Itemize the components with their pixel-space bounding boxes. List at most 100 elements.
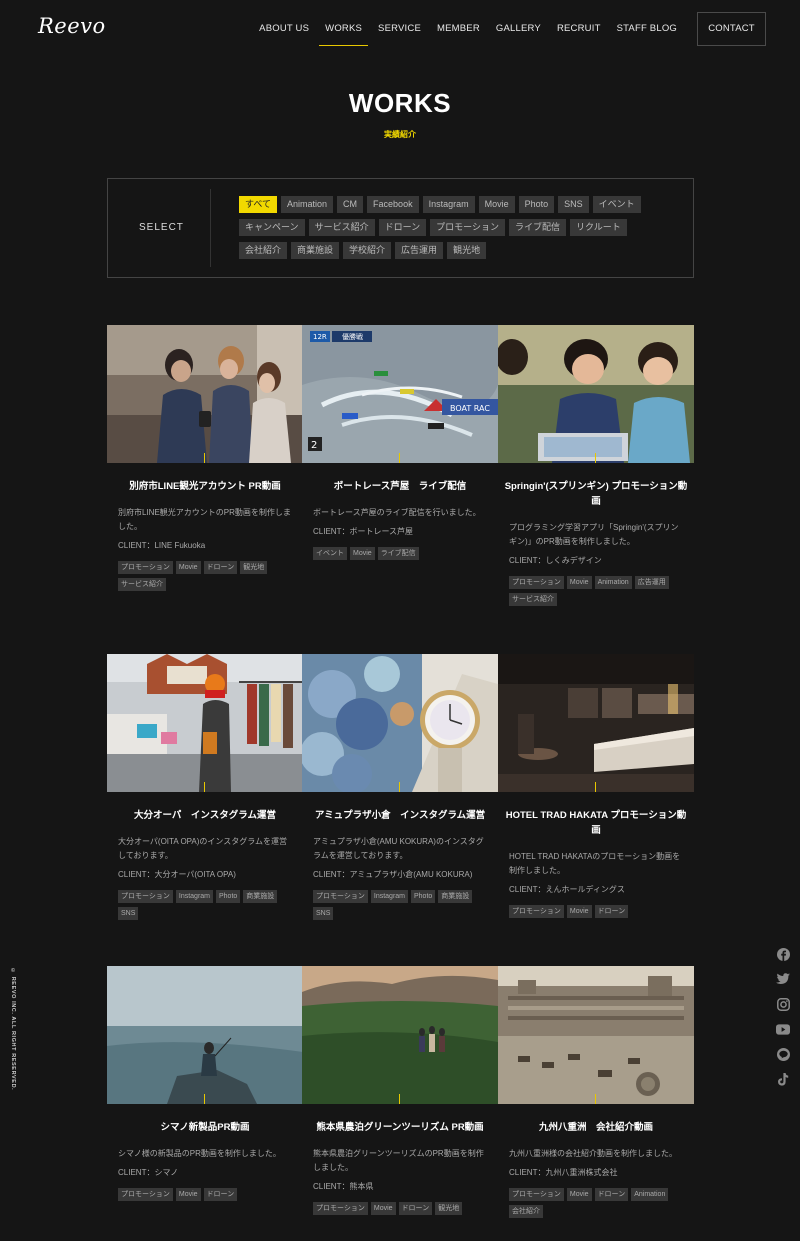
work-tag[interactable]: Movie — [175, 1188, 201, 1201]
filter-tag-all[interactable]: すべて — [239, 196, 278, 213]
work-tag[interactable]: Photo — [411, 890, 436, 903]
filter-tag[interactable]: Photo — [518, 196, 555, 213]
filter-tag[interactable]: キャンペーン — [239, 219, 305, 236]
work-thumbnail[interactable]: BOAT RAC 12R 優勝戦 2 — [302, 325, 498, 463]
work-tag[interactable]: 商業施設 — [243, 890, 278, 903]
filter-tag[interactable]: CM — [337, 196, 364, 213]
filter-tag[interactable]: Instagram — [422, 196, 475, 213]
work-card[interactable]: 別府市LINE観光アカウント PR動画 別府市LINE観光アカウントのPR動画を… — [107, 325, 303, 595]
nav-service[interactable]: SERVICE — [378, 12, 421, 46]
work-thumbnail[interactable] — [107, 966, 303, 1104]
work-card[interactable]: シマノ新製品PR動画 シマノ様の新製品のPR動画を制作しました。 CLIENT：… — [107, 966, 303, 1205]
filter-tag[interactable]: ライブ配信 — [508, 219, 566, 236]
work-card[interactable]: 熊本県農泊グリーンツーリズム PR動画 熊本県農泊グリーンツーリズムのPR動画を… — [302, 966, 498, 1219]
work-thumbnail[interactable] — [302, 966, 498, 1104]
filter-tag[interactable]: リクルート — [569, 219, 627, 236]
filter-tag[interactable]: ドローン — [378, 219, 427, 236]
tiktok-icon[interactable] — [776, 1072, 790, 1086]
work-tag[interactable]: 観光地 — [435, 1202, 463, 1215]
line-icon[interactable] — [776, 1047, 790, 1061]
work-thumbnail[interactable] — [107, 325, 303, 463]
work-title[interactable]: 熊本県農泊グリーンツーリズム PR動画 — [302, 1120, 498, 1135]
work-tag[interactable]: Movie — [566, 576, 592, 589]
work-tag[interactable]: Photo — [216, 890, 241, 903]
work-tag[interactable]: ドローン — [203, 1188, 238, 1201]
work-tag[interactable]: Movie — [175, 561, 201, 574]
work-tag[interactable]: SNS — [313, 907, 334, 920]
work-thumbnail[interactable] — [302, 654, 498, 792]
nav-staff-blog[interactable]: STAFF BLOG — [617, 12, 677, 46]
work-tag[interactable]: Movie — [370, 1202, 396, 1215]
work-tag[interactable]: プロモーション — [509, 905, 564, 918]
work-tag[interactable]: ライブ配信 — [377, 547, 419, 560]
work-tag[interactable]: Instagram — [370, 890, 408, 903]
work-tag[interactable]: Movie — [566, 1188, 592, 1201]
work-title[interactable]: アミュプラザ小倉 インスタグラム運営 — [302, 808, 498, 823]
work-tag[interactable]: Movie — [566, 905, 592, 918]
work-card[interactable]: Springin'(スプリンギン) プロモーション動画 プログラミング学習アプリ… — [498, 325, 694, 610]
work-thumbnail[interactable] — [498, 325, 694, 463]
work-tag[interactable]: プロモーション — [118, 561, 173, 574]
work-title[interactable]: シマノ新製品PR動画 — [107, 1120, 303, 1135]
filter-tag[interactable]: SNS — [558, 196, 589, 213]
work-tag[interactable]: 広告運用 — [634, 576, 669, 589]
instagram-icon[interactable] — [776, 997, 790, 1011]
nav-works[interactable]: WORKS — [319, 12, 368, 46]
filter-tag[interactable]: Animation — [281, 196, 334, 213]
work-tag[interactable]: Movie — [350, 547, 375, 560]
nav-gallery[interactable]: GALLERY — [496, 12, 541, 46]
work-card[interactable]: HOTEL TRAD HAKATA プロモーション動画 HOTEL TRAD H… — [498, 654, 694, 922]
work-title[interactable]: 別府市LINE観光アカウント PR動画 — [107, 479, 303, 494]
filter-tag[interactable]: サービス紹介 — [308, 219, 375, 236]
filter-tag[interactable]: 観光地 — [447, 242, 487, 259]
work-tag[interactable]: ドローン — [594, 905, 629, 918]
nav-about[interactable]: ABOUT US — [259, 12, 309, 46]
filter-tag[interactable]: Movie — [478, 196, 515, 213]
work-card[interactable]: アミュプラザ小倉 インスタグラム運営 アミュプラザ小倉(AMU KOKURA)の… — [302, 654, 498, 924]
work-card[interactable]: 大分オーパ インスタグラム運営 大分オーパ(OITA OPA)のインスタグラムを… — [107, 654, 303, 924]
work-tag[interactable]: Animation — [594, 576, 632, 589]
nav-member[interactable]: MEMBER — [437, 12, 480, 46]
work-title[interactable]: 九州八重洲 会社紹介動画 — [498, 1120, 694, 1135]
twitter-icon[interactable] — [776, 972, 790, 986]
facebook-icon[interactable] — [776, 947, 790, 961]
contact-button[interactable]: CONTACT — [697, 12, 766, 46]
youtube-icon[interactable] — [776, 1022, 790, 1036]
filter-tag[interactable]: 商業施設 — [291, 242, 340, 259]
work-title[interactable]: ボートレース芦屋 ライブ配信 — [302, 479, 498, 494]
work-tag[interactable]: 観光地 — [240, 561, 268, 574]
work-tag[interactable]: ドローン — [398, 1202, 433, 1215]
work-tag[interactable]: プロモーション — [118, 890, 173, 903]
work-tag[interactable]: 商業施設 — [438, 890, 473, 903]
work-tag[interactable]: SNS — [118, 907, 139, 920]
work-title[interactable]: 大分オーパ インスタグラム運営 — [107, 808, 303, 823]
work-tag[interactable]: 会社紹介 — [509, 1205, 543, 1218]
work-card[interactable]: BOAT RAC 12R 優勝戦 2 ボートレース芦屋 ライブ配信 ボートレース… — [302, 325, 498, 564]
work-tag[interactable]: プロモーション — [509, 1188, 564, 1201]
work-tag[interactable]: イベント — [313, 547, 347, 560]
nav-recruit[interactable]: RECRUIT — [557, 12, 601, 46]
work-tag[interactable]: Instagram — [175, 890, 213, 903]
work-thumbnail[interactable] — [498, 654, 694, 792]
filter-tag[interactable]: 広告運用 — [395, 242, 444, 259]
work-thumbnail[interactable] — [498, 966, 694, 1104]
work-tag[interactable]: ドローン — [594, 1188, 629, 1201]
filter-tag[interactable]: 学校紹介 — [343, 242, 392, 259]
work-card[interactable]: 九州八重洲 会社紹介動画 九州八重洲様の会社紹介動画を制作しました。 CLIEN… — [498, 966, 694, 1222]
work-tag[interactable]: プロモーション — [509, 576, 564, 589]
work-title[interactable]: HOTEL TRAD HAKATA プロモーション動画 — [498, 808, 694, 838]
site-logo[interactable]: Reevo — [38, 14, 106, 38]
work-tag[interactable]: プロモーション — [118, 1188, 173, 1201]
work-tag[interactable]: ドローン — [203, 561, 238, 574]
work-title[interactable]: Springin'(スプリンギン) プロモーション動画 — [498, 479, 694, 509]
work-tag[interactable]: サービス紹介 — [509, 593, 557, 606]
filter-tag[interactable]: イベント — [592, 196, 641, 213]
work-tag[interactable]: Animation — [631, 1188, 669, 1201]
work-thumbnail[interactable] — [107, 654, 303, 792]
filter-tag[interactable]: プロモーション — [430, 219, 505, 236]
work-tag[interactable]: プロモーション — [313, 1202, 368, 1215]
work-tag[interactable]: サービス紹介 — [118, 578, 166, 591]
work-tag[interactable]: プロモーション — [313, 890, 368, 903]
filter-tag[interactable]: 会社紹介 — [239, 242, 288, 259]
filter-tag[interactable]: Facebook — [367, 196, 419, 213]
